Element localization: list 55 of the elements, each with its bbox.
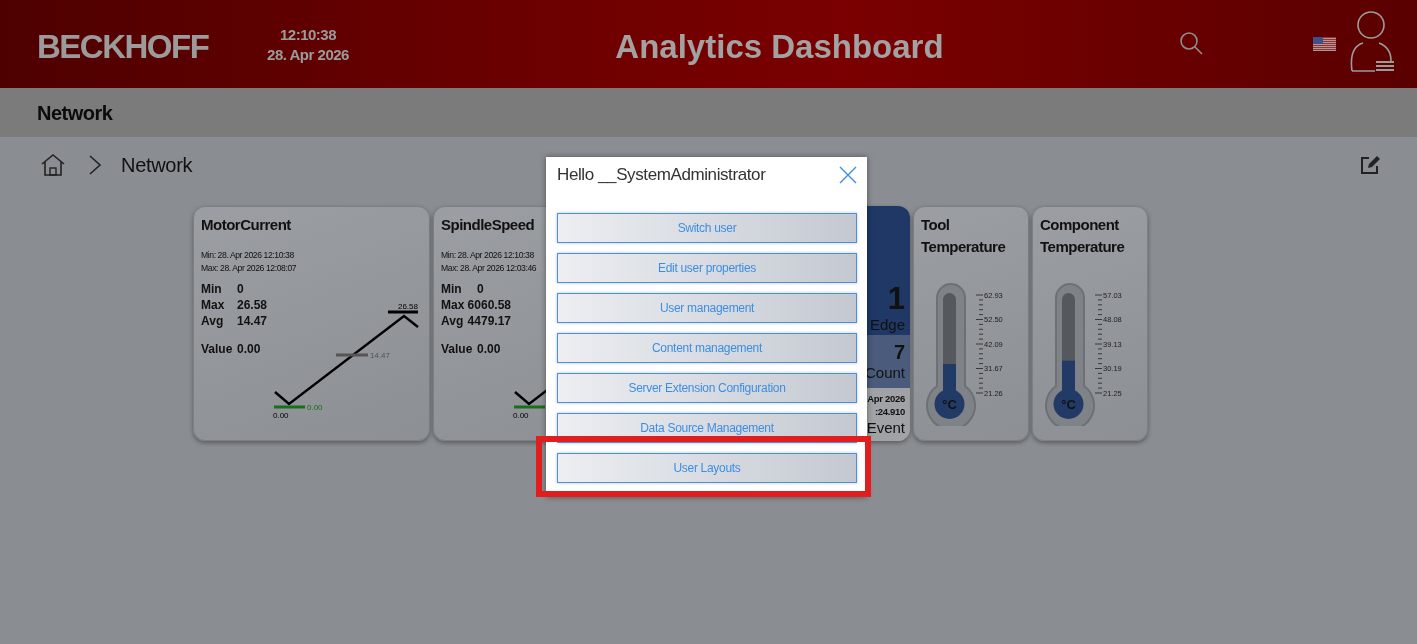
counter-text: Edge [869, 315, 905, 335]
menu-button[interactable]: Switch user [557, 213, 857, 243]
menu-button[interactable]: User management [557, 293, 857, 323]
menu-button[interactable]: Edit user properties [557, 253, 857, 283]
stat-value: 0 [477, 281, 484, 297]
edit-icon[interactable] [1359, 154, 1381, 176]
stat-value: 0 [237, 281, 244, 297]
search-icon[interactable] [1179, 31, 1205, 57]
counter-text: Apr 2026 [867, 391, 905, 405]
unit-label: °C [1061, 397, 1076, 412]
counter-text: :24.910 [874, 404, 905, 418]
menu-greeting: Hello __SystemAdministrator [557, 164, 766, 187]
stat-label: Avg [441, 313, 465, 329]
min-time: Min: 28. Apr 2026 12:10:38 [201, 249, 295, 262]
flag-icon[interactable] [1313, 37, 1336, 51]
chart-label: 0.00 [513, 411, 529, 420]
counter-text: 7 [893, 340, 905, 363]
stat-label: Min [441, 281, 463, 297]
stat-label: Value [441, 341, 474, 357]
counter-text: Event [866, 417, 905, 438]
chart-label: 26.58 [397, 302, 418, 311]
stat-value: 6060.58 [467, 297, 511, 313]
counter-text: 1 [887, 283, 905, 315]
chart-label: 0.00 [307, 403, 323, 412]
page-title: Network [37, 100, 113, 126]
menu-button[interactable]: User Layouts [557, 453, 857, 483]
card-title: MotorCurrent [201, 215, 292, 235]
card-title: Component Temperature [1040, 215, 1126, 257]
breadcrumb-link[interactable]: Network [121, 150, 193, 180]
stat-label: Max [441, 297, 466, 313]
chevron-icon [88, 154, 102, 176]
card-title: SpindleSpeed [441, 215, 536, 235]
stat-label: Value [201, 341, 234, 357]
card-title: Tool Temperature [921, 215, 1007, 257]
clock-date: 28. Apr 2026 [266, 45, 350, 65]
chart-label: 0.00 [273, 411, 289, 420]
home-icon[interactable] [40, 153, 66, 177]
stat-label: Avg [201, 313, 225, 329]
dashboard-title: Analytics Dashboard [614, 28, 944, 65]
stat-value: 0.00 [237, 341, 261, 357]
stat-value: 0.00 [477, 341, 501, 357]
close-icon[interactable] [839, 166, 857, 184]
max-time: Max: 28. Apr 2026 12:08:07 [201, 262, 298, 275]
menu-button[interactable]: Content management [557, 333, 857, 363]
min-time: Min: 28. Apr 2026 12:10:38 [441, 249, 535, 262]
clock-time: 12:10:38 [278, 25, 337, 45]
stat-value: 4479.17 [467, 313, 511, 329]
unit-label: °C [942, 397, 957, 412]
menu-button[interactable]: Server Extension Configuration [557, 373, 857, 403]
stat-label: Max [201, 297, 226, 313]
logo: BECKHOFF [37, 27, 209, 67]
stat-value: 14.47 [237, 313, 268, 329]
chart-label: 14.47 [370, 351, 391, 360]
stat-label: Min [201, 281, 223, 297]
stat-value: 26.58 [237, 297, 268, 313]
